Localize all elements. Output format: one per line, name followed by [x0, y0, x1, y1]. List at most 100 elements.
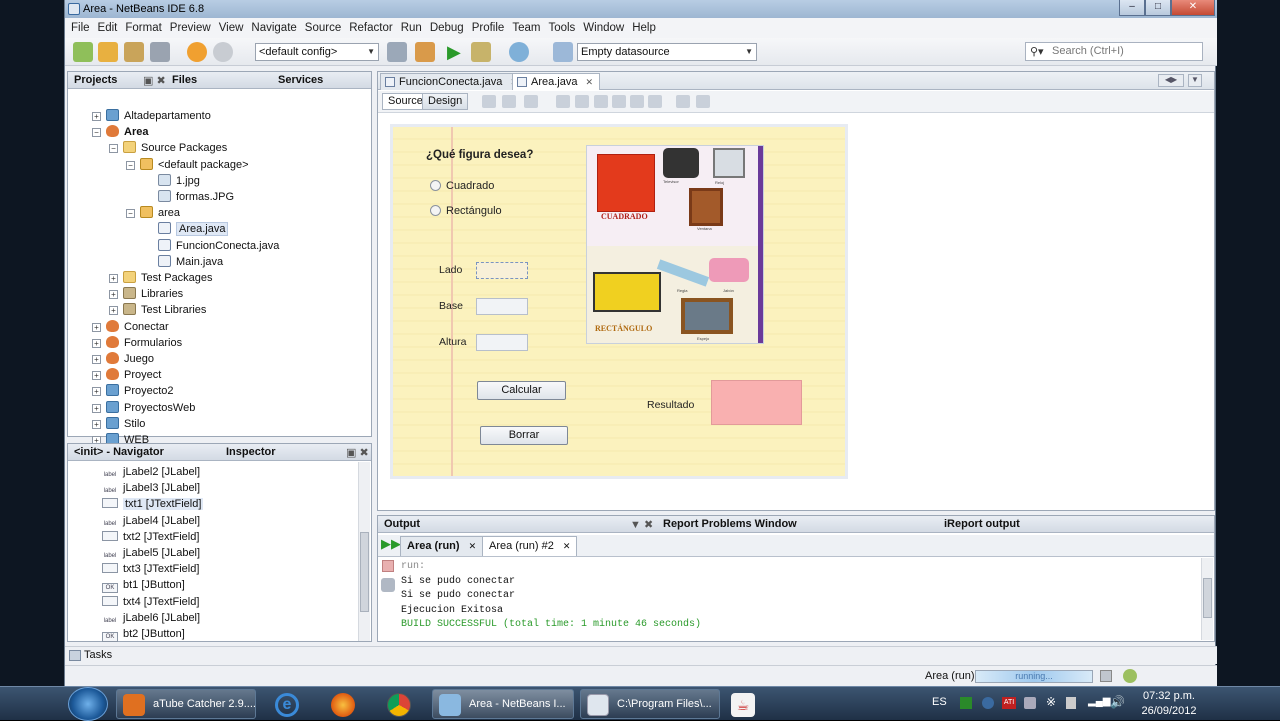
chrome-pinned[interactable]	[384, 690, 418, 720]
tree-item[interactable]: Main.java	[158, 254, 223, 270]
tab-area-run[interactable]: Area (run) ✕	[400, 536, 484, 556]
scroll-thumb[interactable]	[1203, 578, 1212, 618]
menu-window[interactable]: Window	[579, 18, 628, 38]
navigator-item[interactable]: label jLabel6 [JLabel]	[102, 610, 200, 626]
tasks-label[interactable]: Tasks	[84, 649, 112, 661]
align-center-icon[interactable]	[594, 95, 608, 108]
memory-gc-icon[interactable]	[1123, 669, 1137, 683]
menu-help[interactable]: Help	[628, 18, 660, 38]
navigator-item[interactable]: OK bt2 [JButton]	[102, 626, 185, 642]
debug-icon[interactable]	[471, 42, 491, 62]
tab-area-run-2[interactable]: Area (run) #2 ✕	[482, 536, 578, 556]
tray-app-icon[interactable]	[1024, 697, 1036, 709]
tab-ireport-output[interactable]: iReport output	[944, 518, 1020, 530]
signal-icon[interactable]: ▂▄▆	[1088, 696, 1110, 707]
navigator-item[interactable]: txt4 [JTextField]	[102, 594, 199, 610]
rerun-icon[interactable]: ▶▶	[381, 536, 401, 552]
tree-item[interactable]: FuncionConecta.java	[158, 238, 279, 254]
vertical-resize-icon[interactable]	[696, 95, 710, 108]
ati-catalyst-icon[interactable]: ATI	[1002, 697, 1016, 709]
close-panel-icon[interactable]: ▣ ✖	[346, 446, 369, 459]
config-dropdown[interactable]: <default config> ▼	[255, 43, 379, 61]
minimize-button[interactable]: –	[1119, 0, 1145, 16]
calcular-button[interactable]: Calcular	[477, 381, 566, 400]
expand-toggle-icon[interactable]: +	[92, 338, 101, 348]
open-project-icon[interactable]	[124, 42, 144, 62]
minimize-panel-icon[interactable]: ▣ ✖	[143, 74, 166, 87]
new-project-icon[interactable]	[98, 42, 118, 62]
expand-toggle-icon[interactable]: +	[92, 371, 101, 381]
navigator-item[interactable]: label jLabel5 [JLabel]	[102, 545, 200, 561]
output-scrollbar[interactable]	[1201, 558, 1213, 640]
close-icon[interactable]: ✕	[469, 541, 477, 551]
tree-item[interactable]: + Proyect	[92, 367, 161, 383]
tab-services[interactable]: Services	[278, 74, 323, 86]
tab-list-dropdown-icon[interactable]: ▼	[1188, 74, 1202, 87]
task-explorer[interactable]: C:\Program Files\...	[580, 689, 720, 719]
align-right-icon[interactable]	[575, 95, 589, 108]
radio-cuadrado[interactable]: Cuadrado	[430, 180, 494, 192]
task-atube-catcher[interactable]: aTube Catcher 2.9....	[116, 689, 256, 719]
expand-toggle-icon[interactable]: +	[109, 274, 118, 283]
radio-rectangulo[interactable]: Rectángulo	[430, 205, 502, 217]
start-button[interactable]	[68, 687, 108, 721]
tree-item[interactable]: − <default package>	[126, 157, 249, 173]
menu-refactor[interactable]: Refactor	[345, 18, 396, 38]
txt3-field[interactable]	[476, 334, 528, 351]
tab-inspector[interactable]: Inspector	[226, 446, 276, 458]
close-icon[interactable]: ✕	[585, 77, 593, 87]
menu-file[interactable]: File	[67, 18, 94, 38]
navigator-item[interactable]: txt2 [JTextField]	[102, 529, 199, 545]
safely-remove-icon[interactable]	[1066, 697, 1076, 709]
datasource-icon[interactable]	[553, 42, 573, 62]
txt1-field[interactable]	[476, 262, 528, 279]
expand-toggle-icon[interactable]: −	[126, 160, 135, 170]
profile-icon[interactable]	[509, 42, 529, 62]
maximize-button[interactable]: □	[1145, 0, 1171, 16]
tree-item[interactable]: + Formularios	[92, 335, 182, 351]
cancel-process-icon[interactable]	[1100, 670, 1112, 682]
expand-toggle-icon[interactable]: +	[92, 419, 101, 429]
clean-build-icon[interactable]	[415, 42, 435, 62]
design-button[interactable]: Design	[422, 93, 469, 110]
tab-area[interactable]: Area.java ✕	[512, 73, 601, 90]
expand-toggle-icon[interactable]: +	[92, 403, 101, 413]
menu-edit[interactable]: Edit	[94, 18, 122, 38]
tree-item[interactable]: − Area	[92, 124, 148, 140]
align-middle-icon[interactable]	[648, 95, 662, 108]
tree-item[interactable]: + Test Packages	[109, 270, 213, 286]
java-pinned[interactable]: ☕	[728, 690, 762, 720]
close-icon[interactable]: ✕	[563, 541, 571, 551]
horizontal-resize-icon[interactable]	[676, 95, 690, 108]
tab-funcionconecta[interactable]: FuncionConecta.java✕	[380, 73, 525, 90]
menu-preview[interactable]: Preview	[166, 18, 215, 38]
navigator-item[interactable]: label jLabel2 [JLabel]	[102, 464, 200, 480]
output-window-controls-icon[interactable]: ▼ ✖	[630, 518, 653, 531]
jframe-design-form[interactable]: ¿Qué figura desea? Cuadrado Rectángulo L…	[390, 124, 848, 479]
menu-view[interactable]: View	[215, 18, 248, 38]
firefox-pinned[interactable]	[328, 690, 362, 720]
preview-design-icon[interactable]	[524, 95, 538, 108]
clock-date[interactable]: 26/09/2012	[1140, 705, 1198, 717]
result-field[interactable]	[711, 380, 802, 425]
ie-pinned[interactable]: e	[272, 690, 306, 720]
tree-item[interactable]: + Altadepartamento	[92, 108, 211, 124]
expand-toggle-icon[interactable]: +	[92, 355, 101, 364]
borrar-button[interactable]: Borrar	[480, 426, 568, 445]
align-bottom-icon[interactable]	[630, 95, 644, 108]
expand-toggle-icon[interactable]: −	[126, 209, 135, 219]
menu-navigate[interactable]: Navigate	[247, 18, 300, 38]
menu-source[interactable]: Source	[301, 18, 345, 38]
tree-item[interactable]: − Source Packages	[109, 140, 227, 156]
task-netbeans[interactable]: Area - NetBeans I...	[432, 689, 574, 719]
datasource-dropdown[interactable]: Empty datasource ▼	[577, 43, 757, 61]
tree-item[interactable]: + Stilo	[92, 416, 145, 432]
clock-time[interactable]: 07:32 p.m.	[1140, 690, 1198, 702]
txt2-field[interactable]	[476, 298, 528, 315]
menu-team[interactable]: Team	[508, 18, 544, 38]
menu-format[interactable]: Format	[121, 18, 165, 38]
new-file-icon[interactable]	[73, 42, 93, 62]
navigator-item[interactable]: label jLabel3 [JLabel]	[102, 480, 200, 496]
tab-projects[interactable]: Projects	[74, 74, 117, 86]
tree-item[interactable]: + Conectar	[92, 319, 169, 335]
